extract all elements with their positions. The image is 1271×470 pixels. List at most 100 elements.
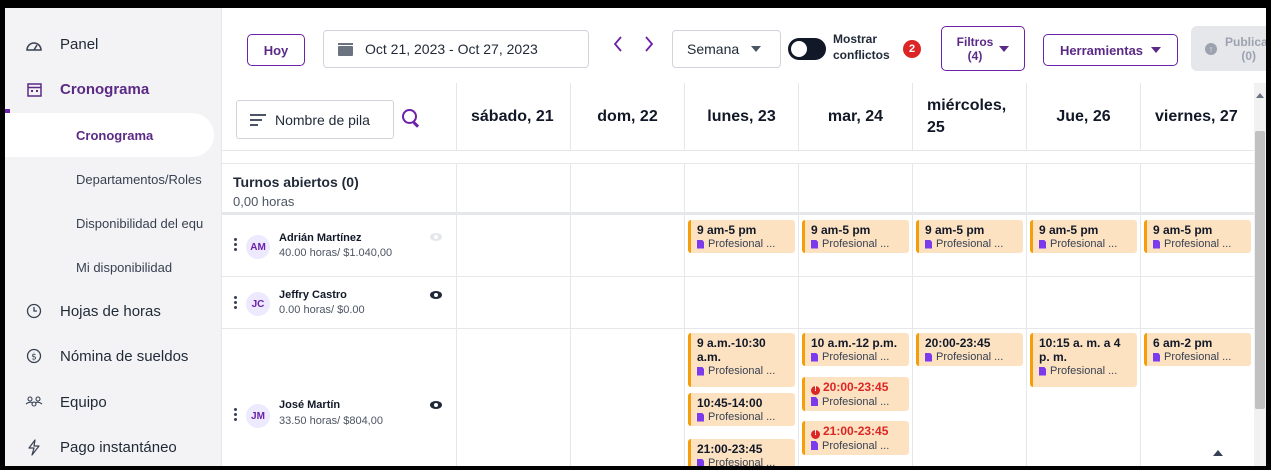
show-conflicts-toggle[interactable]	[788, 38, 826, 60]
shift-time: 10 a.m.-12 p.m.	[811, 336, 898, 350]
shift-card[interactable]: 9 am-5 pm Profesional ...	[802, 220, 909, 253]
open-shifts-row: Turnos abiertos (0) 0,00 horas	[222, 163, 1254, 215]
vertical-scrollbar[interactable]	[1254, 83, 1266, 466]
document-icon	[811, 441, 818, 450]
sidebar-subitem-disponibilidad-equipo[interactable]: Disponibilidad del equ	[5, 201, 222, 245]
sidebar-item-label: Panel	[60, 35, 99, 53]
eye-icon[interactable]	[430, 233, 442, 241]
shift-role: Profesional ...	[1050, 238, 1118, 250]
next-week-button[interactable]	[639, 32, 659, 58]
shift-card[interactable]: 9 am-5 pm Profesional ...	[916, 220, 1023, 253]
publish-count: (0)	[1241, 48, 1257, 63]
filter-lines-icon	[250, 113, 266, 126]
sidebar-subitem-mi-disponibilidad[interactable]: Mi disponibilidad	[5, 245, 222, 289]
employee-row: AM Adrián Martínez 40.00 horas/ $1.040,0…	[222, 215, 1254, 277]
filters-button[interactable]: Filtros (4)	[941, 26, 1025, 71]
sidebar-item-hojas-de-horas[interactable]: Hojas de horas	[5, 293, 222, 329]
show-conflicts-label: Mostrar conflictos	[833, 31, 908, 63]
document-icon	[925, 239, 932, 249]
kebab-menu-icon[interactable]	[234, 408, 237, 423]
shift-card-conflict[interactable]: ! 21:00-23:45 Profesional ...	[802, 421, 909, 455]
avatar: JM	[246, 404, 270, 428]
eye-icon[interactable]	[430, 401, 442, 409]
document-icon	[811, 397, 818, 406]
filters-text: Filtros	[956, 34, 994, 49]
shift-card-conflict[interactable]: ! 20:00-23:45 Profesional ...	[802, 377, 909, 411]
shift-card[interactable]: 10:45-14:00 Profesional ...	[688, 393, 795, 426]
scroll-to-top-button[interactable]	[1198, 426, 1238, 466]
calendar-icon	[25, 80, 43, 98]
sidebar-subitem-cronograma[interactable]: Cronograma	[5, 113, 214, 157]
sidebar-item-pago-instantaneo[interactable]: Pago instantáneo	[5, 429, 222, 465]
document-icon	[697, 366, 704, 376]
sidebar-subitem-departamentos[interactable]: Departamentos/Roles	[5, 157, 222, 201]
schedule-grid: Nombre de pila sábado, 21 dom, 22 lunes,…	[222, 83, 1254, 466]
sidebar-item-label: Nómina de sueldos	[60, 347, 189, 365]
employee-search-input[interactable]: Nombre de pila	[236, 100, 394, 139]
kebab-menu-icon[interactable]	[234, 296, 237, 311]
shift-card[interactable]: 10 a.m.-12 p.m. Profesional ...	[802, 333, 909, 366]
tools-label: Herramientas	[1059, 42, 1144, 58]
shift-card[interactable]: 9 am-5 pm Profesional ...	[1144, 220, 1251, 253]
scroll-up-icon[interactable]	[1256, 93, 1264, 98]
filters-count: (4)	[967, 48, 983, 63]
view-select-value: Semana	[687, 41, 740, 57]
employee-row: JM José Martín 33.50 horas/ $804,00 9 a.…	[222, 329, 1254, 466]
sidebar-item-nomina[interactable]: $ Nómina de sueldos	[5, 338, 222, 374]
lightning-icon	[25, 438, 43, 456]
shift-role: Profesional ...	[1164, 351, 1232, 363]
shift-time: 9 a.m.-10:30 a.m.	[697, 336, 766, 364]
date-range-text: Oct 21, 2023 - Oct 27, 2023	[365, 41, 538, 57]
scrollbar-thumb[interactable]	[1255, 131, 1265, 409]
employee-hours: 33.50 horas/ $804,00	[279, 415, 383, 427]
warning-icon: !	[811, 429, 820, 439]
tools-button[interactable]: Herramientas	[1043, 34, 1178, 66]
sidebar-item-label: Pago instantáneo	[60, 438, 177, 456]
shift-card[interactable]: 20:00-23:45 Profesional ...	[916, 333, 1023, 366]
shift-role: Profesional ...	[822, 351, 890, 363]
upload-icon: ↑	[1205, 42, 1217, 55]
warning-icon: !	[811, 385, 820, 395]
calendar-icon	[338, 42, 353, 56]
sidebar-item-cronograma[interactable]: Cronograma	[5, 71, 222, 107]
shift-role: Profesional ...	[936, 238, 1004, 250]
shift-card[interactable]: 10:15 a. m. a 4 p. m. Profesional ...	[1030, 333, 1137, 387]
prev-week-button[interactable]	[608, 32, 628, 58]
sidebar-item-panel[interactable]: Panel	[5, 26, 222, 62]
caret-down-icon	[1151, 47, 1162, 53]
employee-name[interactable]: José Martín	[279, 399, 340, 411]
shift-card[interactable]: 6 am-2 pm Profesional ...	[1144, 333, 1251, 366]
employee-name[interactable]: Jeffry Castro	[279, 289, 347, 301]
shift-role: Profesional ...	[822, 238, 890, 250]
shift-card[interactable]: 9 am-5 pm Profesional ...	[688, 220, 795, 253]
sidebar-item-label: Hojas de horas	[60, 302, 161, 320]
publish-button[interactable]: ↑ Publicar (0)	[1191, 26, 1266, 71]
shift-time: 9 am-5 pm	[925, 223, 985, 237]
shift-card[interactable]: 9 a.m.-10:30 a.m. Profesional ...	[688, 333, 795, 387]
document-icon	[925, 352, 932, 362]
kebab-menu-icon[interactable]	[234, 238, 237, 253]
shift-card[interactable]: 9 am-5 pm Profesional ...	[1030, 220, 1137, 253]
search-icon[interactable]	[402, 109, 420, 127]
today-button[interactable]: Hoy	[247, 34, 305, 66]
publish-text: Publicar	[1225, 34, 1266, 49]
shift-role: Profesional ...	[708, 457, 776, 466]
sidebar-item-label: Cronograma	[60, 80, 150, 98]
sidebar-item-equipo[interactable]: Equipo	[5, 384, 222, 420]
shift-card[interactable]: 21:00-23:45 Profesional ...	[688, 439, 795, 466]
eye-icon[interactable]	[430, 291, 442, 299]
shift-time: 20:00-23:45	[823, 380, 889, 394]
svg-text:$: $	[31, 353, 37, 363]
employee-name[interactable]: Adrián Martínez	[279, 232, 362, 244]
sidebar: Panel Cronograma Cronograma Departamento…	[5, 8, 222, 466]
shift-role: Profesional ...	[822, 439, 890, 452]
day-header-sun: dom, 22	[570, 83, 684, 151]
document-icon	[697, 412, 704, 422]
view-select[interactable]: Semana	[672, 30, 781, 68]
shift-time: 20:00-23:45	[925, 336, 991, 350]
chevron-down-icon	[751, 46, 762, 52]
conflicts-badge: 2	[903, 40, 921, 58]
shift-role: Profesional ...	[936, 351, 1004, 363]
date-range-picker[interactable]: Oct 21, 2023 - Oct 27, 2023	[323, 30, 589, 68]
avatar: AM	[246, 235, 270, 259]
